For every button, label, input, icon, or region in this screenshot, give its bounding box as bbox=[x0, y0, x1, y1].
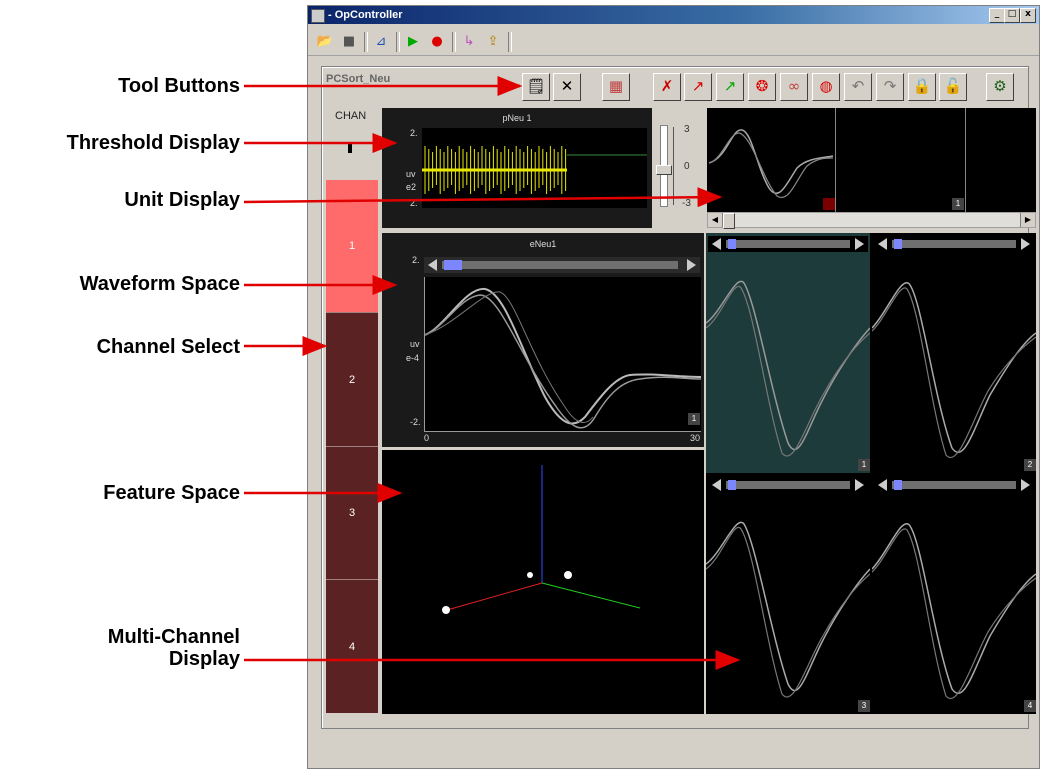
arrow-unit-display bbox=[243, 187, 723, 208]
callout-arrows bbox=[243, 76, 741, 670]
